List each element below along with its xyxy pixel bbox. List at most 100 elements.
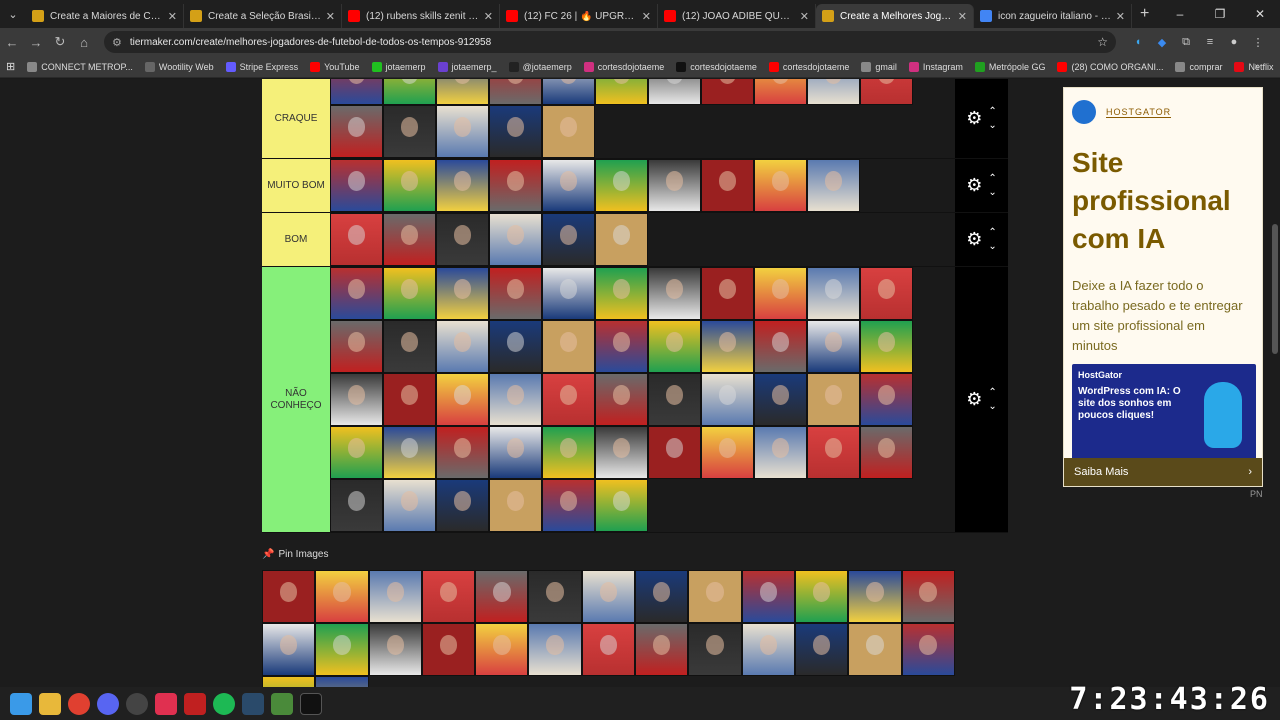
tier-label[interactable]: CRAQUE	[262, 79, 330, 158]
chevron-down-icon[interactable]: ⌄	[988, 186, 996, 200]
player-image[interactable]	[436, 105, 489, 158]
back-icon[interactable]: ←	[0, 30, 24, 54]
player-image[interactable]	[421, 623, 476, 676]
pin-images-toggle[interactable]: 📌 Pin Images	[262, 549, 328, 560]
player-image[interactable]	[701, 373, 754, 426]
reload-icon[interactable]: ↻	[48, 30, 72, 54]
gear-icon[interactable]: ⚙	[966, 175, 982, 196]
bookmark-item[interactable]: YouTube	[310, 61, 360, 72]
player-image[interactable]	[383, 373, 436, 426]
file-explorer-icon[interactable]	[39, 692, 61, 715]
site-info-icon[interactable]: ⚙	[112, 36, 122, 49]
player-image[interactable]	[489, 479, 542, 532]
maximize-icon[interactable]: ❐	[1200, 0, 1240, 28]
player-image[interactable]	[741, 570, 795, 623]
close-tab-icon[interactable]: ✕	[484, 10, 493, 23]
player-image[interactable]	[701, 159, 754, 212]
bookmark-item[interactable]: comprar	[1175, 61, 1222, 72]
page-scrollbar[interactable]	[1272, 224, 1278, 354]
close-tab-icon[interactable]: ✕	[1116, 10, 1125, 23]
player-image[interactable]	[542, 479, 595, 532]
player-image[interactable]	[595, 267, 648, 320]
player-image[interactable]	[436, 320, 489, 373]
player-image[interactable]	[315, 676, 369, 687]
player-image[interactable]	[542, 373, 595, 426]
apps-grid-icon[interactable]: ⊞	[6, 60, 15, 73]
player-image[interactable]	[701, 79, 754, 105]
player-image[interactable]	[330, 105, 383, 158]
advertisement[interactable]: HOSTGATOR Site profissional com IA Deixe…	[1063, 87, 1263, 487]
player-image[interactable]	[595, 479, 648, 532]
gear-icon[interactable]: ⚙	[966, 389, 982, 410]
player-image[interactable]	[330, 267, 383, 320]
menu-kebab-icon[interactable]: ⋮	[1246, 30, 1270, 54]
player-image[interactable]	[901, 570, 955, 623]
windows-start-icon[interactable]	[10, 692, 32, 715]
player-image[interactable]	[595, 320, 648, 373]
bookmark-item[interactable]: cortesdojotaeme	[768, 61, 849, 72]
browser-tab[interactable]: Create a Seleção Brasileira - 20 ✕	[184, 4, 342, 28]
player-image[interactable]	[330, 320, 383, 373]
player-image[interactable]	[860, 79, 913, 105]
player-image[interactable]	[754, 159, 807, 212]
player-image[interactable]	[807, 79, 860, 105]
player-image[interactable]	[368, 623, 422, 676]
chevron-down-icon[interactable]: ⌄	[988, 119, 996, 133]
player-image[interactable]	[262, 570, 316, 623]
player-image[interactable]	[489, 373, 542, 426]
player-image[interactable]	[383, 105, 436, 158]
player-image[interactable]	[489, 320, 542, 373]
bookmark-star-icon[interactable]: ☆	[1097, 35, 1108, 49]
player-image[interactable]	[528, 623, 582, 676]
player-image[interactable]	[595, 79, 648, 105]
player-image[interactable]	[754, 320, 807, 373]
player-image[interactable]	[542, 79, 595, 105]
player-image[interactable]	[648, 373, 701, 426]
browser-tab[interactable]: (12) FC 26 | 🔥 UPGRADE FANT ✕	[500, 4, 658, 28]
ad-banner[interactable]: HostGator WordPress com IA: O site dos s…	[1072, 364, 1256, 460]
tab-search-button[interactable]: ⌄	[0, 0, 26, 28]
bookmark-item[interactable]: gmail	[861, 61, 897, 72]
bookmark-item[interactable]: (28) COMO ORGANI...	[1057, 61, 1163, 72]
bookmark-item[interactable]: cortesdojotaeme	[583, 61, 664, 72]
player-image[interactable]	[901, 623, 955, 676]
player-image[interactable]	[648, 426, 701, 479]
player-image[interactable]	[754, 426, 807, 479]
extension-icon[interactable]: ◆	[1150, 30, 1174, 54]
player-image[interactable]	[754, 79, 807, 105]
bookmark-item[interactable]: Instagram	[908, 61, 963, 72]
player-image[interactable]	[436, 79, 489, 105]
player-image[interactable]	[807, 159, 860, 212]
player-image[interactable]	[330, 213, 383, 266]
close-tab-icon[interactable]: ✕	[958, 10, 967, 23]
bookmark-item[interactable]: jotaemerp	[371, 61, 426, 72]
player-image[interactable]	[595, 373, 648, 426]
bookmark-item[interactable]: jotaemerp_	[437, 61, 497, 72]
player-image[interactable]	[489, 213, 542, 266]
player-image[interactable]	[860, 373, 913, 426]
player-image[interactable]	[383, 79, 436, 105]
ad-cta-button[interactable]: Saiba Mais ›	[1064, 458, 1262, 486]
player-image[interactable]	[542, 267, 595, 320]
player-image[interactable]	[489, 267, 542, 320]
player-image[interactable]	[754, 373, 807, 426]
player-image[interactable]	[807, 267, 860, 320]
close-icon[interactable]: ✕	[1240, 0, 1280, 28]
avatar[interactable]: ●	[1222, 30, 1246, 54]
player-image[interactable]	[262, 623, 316, 676]
extensions-puzzle-icon[interactable]: ⧉	[1174, 30, 1198, 54]
player-image[interactable]	[383, 159, 436, 212]
steam-icon[interactable]	[242, 692, 264, 715]
browser-tab[interactable]: Create a Maiores de Cada Estad ✕	[26, 4, 184, 28]
minimize-icon[interactable]: –	[1160, 0, 1200, 28]
player-image[interactable]	[315, 570, 369, 623]
player-image[interactable]	[595, 213, 648, 266]
player-image[interactable]	[368, 570, 422, 623]
player-image[interactable]	[848, 570, 902, 623]
player-image[interactable]	[330, 79, 383, 105]
player-image[interactable]	[475, 570, 529, 623]
tier-label[interactable]: NÃO CONHEÇO	[262, 267, 330, 532]
chevron-up-icon[interactable]: ⌃	[988, 226, 996, 240]
close-tab-icon[interactable]: ✕	[168, 10, 177, 23]
discord-icon[interactable]	[97, 692, 119, 715]
